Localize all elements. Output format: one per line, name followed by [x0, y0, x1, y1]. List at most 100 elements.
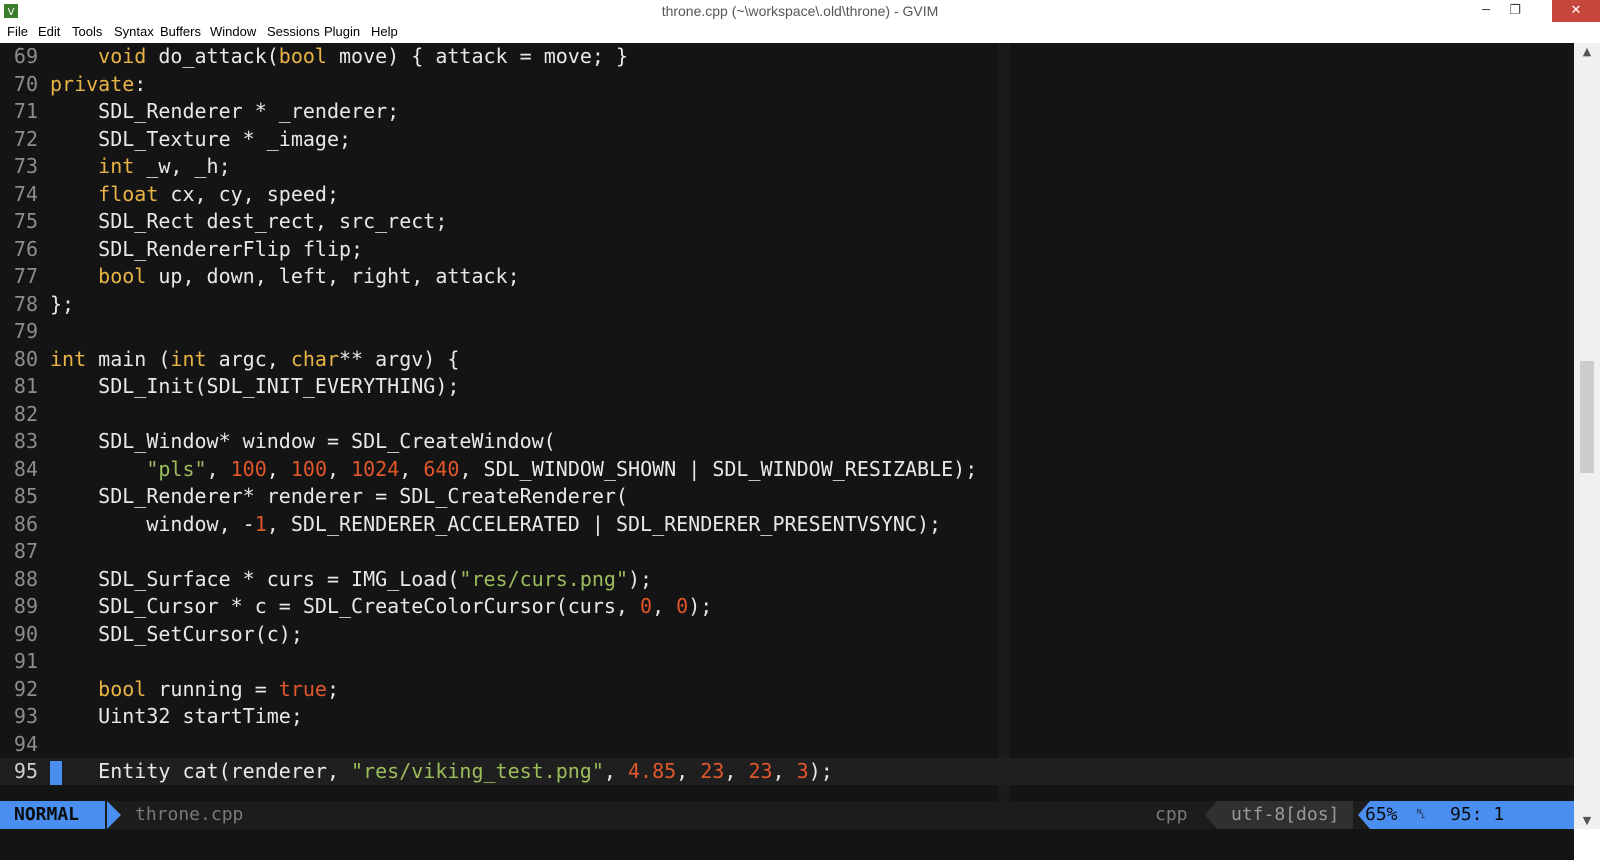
- code-line[interactable]: 94: [0, 731, 1574, 758]
- keyword-token: bool: [278, 44, 327, 68]
- code-token: Uint32 startTime;: [50, 704, 303, 728]
- status-line: NORMAL throne.cpp cpp utf-8[dos] 65% ␤ 9…: [0, 801, 1574, 829]
- vertical-scrollbar[interactable]: ▲ ▼: [1574, 43, 1600, 829]
- code-line[interactable]: 72 SDL_Texture * _image;: [0, 126, 1574, 153]
- code-line[interactable]: 77 bool up, down, left, right, attack;: [0, 263, 1574, 290]
- code-token: cx, cy, speed;: [158, 182, 340, 206]
- code-text: SDL_Init(SDL_INIT_EVERYTHING);: [50, 373, 459, 400]
- code-line[interactable]: 83 SDL_Window* window = SDL_CreateWindow…: [0, 428, 1574, 455]
- menu-tools[interactable]: Tools: [72, 24, 102, 39]
- code-token: ,: [603, 759, 628, 783]
- code-line[interactable]: 71 SDL_Renderer * _renderer;: [0, 98, 1574, 125]
- editor-pane[interactable]: 69 void do_attack(bool move) { attack = …: [0, 43, 1574, 801]
- line-number: 69: [13, 44, 38, 68]
- code-line[interactable]: 92 bool running = true;: [0, 676, 1574, 703]
- string-token: "res/curs.png": [459, 567, 628, 591]
- code-line[interactable]: 78};: [0, 291, 1574, 318]
- code-text: };: [50, 291, 74, 318]
- code-text: Uint32 startTime;: [50, 703, 303, 730]
- code-line[interactable]: 82: [0, 401, 1574, 428]
- menu-syntax[interactable]: Syntax: [114, 24, 154, 39]
- code-line[interactable]: 69 void do_attack(bool move) { attack = …: [0, 43, 1574, 70]
- menu-edit[interactable]: Edit: [38, 24, 60, 39]
- menu-help[interactable]: Help: [371, 24, 398, 39]
- code-line[interactable]: 85 SDL_Renderer* renderer = SDL_CreateRe…: [0, 483, 1574, 510]
- code-line[interactable]: 91: [0, 648, 1574, 675]
- line-number: 90: [13, 622, 38, 646]
- window-title: throne.cpp (~\workspace\.old\throne) - G…: [661, 3, 939, 19]
- code-text: SDL_Window* window = SDL_CreateWindow(: [50, 428, 556, 455]
- keyword-token: private: [50, 72, 135, 96]
- code-line[interactable]: 89 SDL_Cursor * c = SDL_CreateColorCurso…: [0, 593, 1574, 620]
- scroll-up-arrow-icon[interactable]: ▲: [1574, 45, 1600, 58]
- maximize-button[interactable]: ❐: [1500, 0, 1530, 22]
- number-token: 1: [254, 512, 267, 536]
- line-number-icon: ␤: [1416, 807, 1427, 822]
- status-position-section: 65% ␤ 95: 1: [1365, 801, 1574, 829]
- code-token: SDL_SetCursor(c);: [50, 622, 303, 646]
- scrollbar-thumb[interactable]: [1580, 361, 1594, 474]
- menu-buffers[interactable]: Buffers: [160, 24, 201, 39]
- code-line[interactable]: 86 window, -1, SDL_RENDERER_ACCELERATED …: [0, 511, 1574, 538]
- command-line[interactable]: [0, 829, 1574, 860]
- line-number: 78: [13, 292, 38, 316]
- code-line[interactable]: 80 int main (int argc, char** argv) {: [0, 346, 1574, 373]
- code-line[interactable]: 74 float cx, cy, speed;: [0, 181, 1574, 208]
- line-number: 75: [13, 209, 38, 233]
- code-line[interactable]: 81 SDL_Init(SDL_INIT_EVERYTHING);: [0, 373, 1574, 400]
- menu-plugin[interactable]: Plugin: [324, 24, 360, 39]
- status-filetype: cpp: [1155, 804, 1188, 825]
- code-line[interactable]: 70 private:: [0, 71, 1574, 98]
- keyword-token: int: [50, 347, 87, 371]
- code-line[interactable]: 84 "pls", 100, 100, 1024, 640, SDL_WINDO…: [0, 456, 1574, 483]
- menu-window[interactable]: Window: [210, 24, 256, 39]
- code-line[interactable]: 87: [0, 538, 1574, 565]
- code-token: argc,: [206, 347, 291, 371]
- code-text: void do_attack(bool move) { attack = mov…: [50, 43, 628, 70]
- code-text: SDL_Renderer * _renderer;: [50, 98, 399, 125]
- code-text: "pls", 100, 100, 1024, 640, SDL_WINDOW_S…: [50, 456, 977, 483]
- code-line[interactable]: 88 SDL_Surface * curs = IMG_Load("res/cu…: [0, 566, 1574, 593]
- menu-sessions[interactable]: Sessions: [267, 24, 320, 39]
- line-number: 85: [13, 484, 38, 508]
- line-number: 71: [13, 99, 38, 123]
- keyword-token: float: [98, 182, 159, 206]
- code-token: running =: [146, 677, 279, 701]
- line-number: 86: [13, 512, 38, 536]
- code-line[interactable]: 90 SDL_SetCursor(c);: [0, 621, 1574, 648]
- line-number: 84: [13, 457, 38, 481]
- code-text: SDL_Surface * curs = IMG_Load("res/curs.…: [50, 566, 652, 593]
- code-token: );: [627, 567, 653, 591]
- number-token: 23: [748, 759, 773, 783]
- code-token: _w, _h;: [134, 154, 231, 178]
- number-token: 23: [700, 759, 725, 783]
- code-text: int main (int argc, char** argv) {: [50, 346, 459, 373]
- code-token: move) { attack = move; }: [326, 44, 628, 68]
- code-line[interactable]: 93 Uint32 startTime;: [0, 703, 1574, 730]
- code-line[interactable]: 76 SDL_RendererFlip flip;: [0, 236, 1574, 263]
- minimize-button[interactable]: ─: [1471, 0, 1501, 22]
- close-button[interactable]: ✕: [1552, 0, 1600, 22]
- code-line[interactable]: 79: [0, 318, 1574, 345]
- keyword-token: int: [98, 154, 135, 178]
- menu-file[interactable]: File: [7, 24, 28, 39]
- code-token: up, down, left, right, attack;: [146, 264, 520, 288]
- scroll-down-arrow-icon[interactable]: ▼: [1574, 814, 1600, 827]
- code-line[interactable]: 73 int _w, _h;: [0, 153, 1574, 180]
- code-token: ,: [772, 759, 797, 783]
- code-token: SDL_Window* window = SDL_CreateWindow(: [50, 429, 556, 453]
- cursor-line[interactable]: 95 Entity cat(renderer, "res/viking_test…: [0, 758, 1574, 785]
- code-token: SDL_Init(SDL_INIT_EVERYTHING);: [50, 374, 460, 398]
- line-number: 79: [13, 319, 38, 343]
- code-token: ;: [326, 677, 340, 701]
- code-line[interactable]: 75 SDL_Rect dest_rect, src_rect;: [0, 208, 1574, 235]
- code-token: ,: [326, 457, 352, 481]
- number-token: 1024: [351, 457, 400, 481]
- number-token: 100: [230, 457, 267, 481]
- code-token: SDL_Rect dest_rect, src_rect;: [50, 209, 448, 233]
